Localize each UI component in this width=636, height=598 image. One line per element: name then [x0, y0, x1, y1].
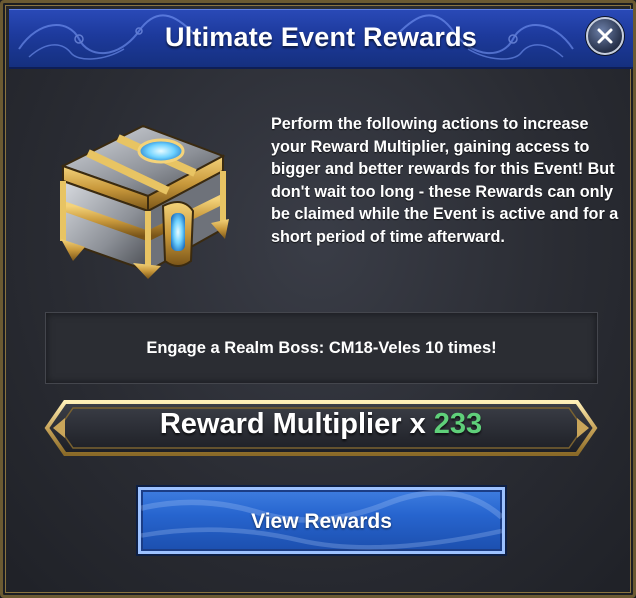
treasure-chest-icon	[60, 124, 229, 279]
close-button[interactable]	[586, 17, 624, 55]
dialog-header: Ultimate Event Rewards	[9, 9, 633, 69]
task-text: Engage a Realm Boss: CM18-Veles 10 times…	[146, 339, 497, 357]
view-rewards-label: View Rewards	[251, 510, 392, 533]
event-description: Perform the following actions to increas…	[271, 115, 619, 246]
close-icon	[597, 28, 613, 44]
view-rewards-button[interactable]: View Rewards	[138, 487, 505, 554]
multiplier-label: Reward Multiplier x	[159, 408, 426, 440]
event-rewards-dialog: Ultimate Event Rewards Perform the follo…	[0, 0, 636, 598]
multiplier-text: Reward Multiplier x 233	[43, 408, 599, 441]
multiplier-value: 233	[433, 408, 483, 440]
reward-multiplier-banner: Reward Multiplier x 233	[43, 398, 599, 458]
dialog-title: Ultimate Event Rewards	[165, 22, 477, 52]
task-panel: Engage a Realm Boss: CM18-Veles 10 times…	[45, 312, 598, 384]
